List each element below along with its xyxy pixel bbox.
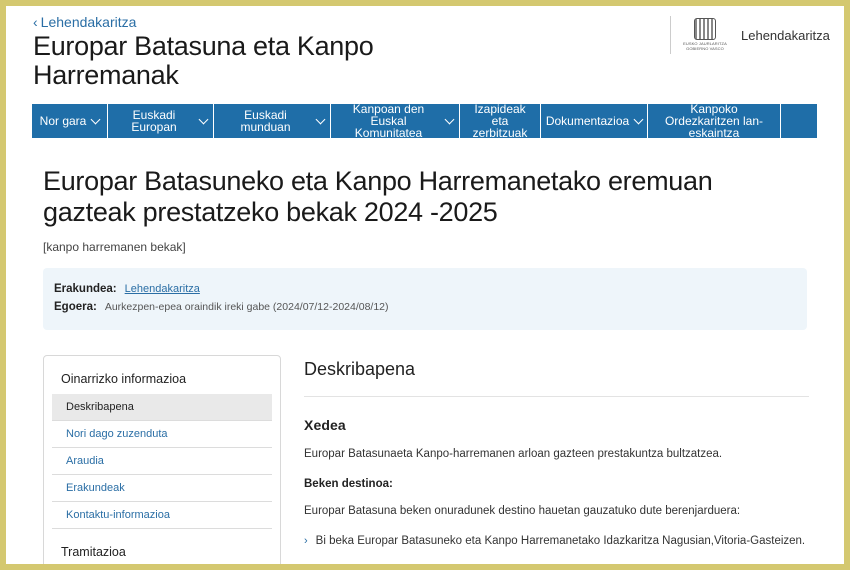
sidebar-heading: Oinarrizko informazioa: [61, 372, 187, 386]
nav-item-label: Kanpoan den Euskal Komunitatea: [352, 102, 425, 140]
sidebar-item-nori-dago-zuzenduta[interactable]: Nori dago zuzenduta: [52, 421, 272, 448]
info-box: Erakundea: Lehendakaritza Egoera: Aurkez…: [43, 268, 807, 330]
nav-item-dokumentazioa[interactable]: Dokumentazioa: [541, 104, 648, 138]
sidebar-heading-tramitazioa: Tramitazioa: [61, 545, 126, 559]
nav-item-euskadi-munduan[interactable]: Euskadi munduan: [214, 104, 331, 138]
chevron-down-icon: [198, 114, 209, 124]
chevron-down-icon: [90, 114, 101, 124]
nav-item-nor-gara[interactable]: Nor gara: [32, 104, 108, 138]
chevron-down-icon: [633, 114, 644, 124]
sidebar-item-label: Araudia: [66, 455, 104, 467]
back-link-lehendakaritza[interactable]: ‹ Lehendakaritza: [33, 14, 136, 30]
page-frame: ‹ Lehendakaritza Europar Batasuna eta Ka…: [6, 6, 844, 564]
chevron-right-icon: ›: [304, 535, 308, 547]
main-content: Deskribapena Xedea Europar Batasunaeta K…: [304, 355, 809, 547]
chevron-down-icon: [315, 114, 326, 124]
site-title: Europar Batasuna eta Kanpo Harremanak: [33, 31, 374, 90]
content-heading: Deskribapena: [304, 355, 809, 397]
info-row-organization: Erakundea: Lehendakaritza: [54, 283, 796, 295]
paragraph: Europar Batasunaeta Kanpo-harremanen arl…: [304, 448, 723, 460]
sidebar-item-label: Kontaktu-informazioa: [66, 509, 170, 521]
nav-item-label: Euskadi Europan: [131, 108, 177, 134]
nav-item-izapideak-eta-zerbitzuak[interactable]: Izapideak eta zerbitzuak: [460, 102, 541, 140]
government-logo[interactable]: EUSKO JAURLARITZA GOBIERNO VASCO: [683, 18, 727, 52]
nav-item-euskadi-europan[interactable]: Euskadi Europan: [108, 104, 214, 138]
section-title: Xedea: [304, 417, 346, 433]
organization-link[interactable]: Lehendakaritza: [125, 283, 200, 295]
chevron-left-icon: ‹: [33, 14, 38, 30]
nav-item-label: Dokumentazioa: [545, 114, 630, 128]
list-item-text: Bi beka Europar Batasuneko eta Kanpo Har…: [315, 535, 806, 547]
sidebar-item-kontaktu-informazioa[interactable]: Kontaktu-informazioa: [52, 502, 272, 529]
chevron-down-icon: [444, 114, 455, 124]
status-label: Egoera:: [54, 301, 97, 313]
sidebar-item-erakundeak[interactable]: Erakundeak: [52, 475, 272, 502]
list-item: › Bi beka Europar Batasuneko eta Kanpo H…: [304, 535, 809, 547]
page-subtitle: [kanpo harremanen bekak]: [43, 240, 186, 254]
paragraph: Europar Batasuna beken onuradunek destin…: [304, 505, 741, 517]
nav-item-label: Euskadi munduan: [240, 108, 291, 134]
status-value: Aurkezpen-epea oraindik ireki gabe (2024…: [104, 301, 389, 313]
department-name: Lehendakaritza: [741, 27, 830, 43]
organization-label: Erakundea:: [54, 283, 117, 295]
nav-item-label: Nor gara: [39, 114, 87, 128]
sidebar-item-label: Nori dago zuzenduta: [66, 428, 168, 440]
bold-label: Beken destinoa:: [304, 478, 393, 490]
sidebar-item-deskribapena[interactable]: Deskribapena: [52, 394, 272, 421]
sidebar-item-araudia[interactable]: Araudia: [52, 448, 272, 475]
info-row-status: Egoera: Aurkezpen-epea oraindik ireki ga…: [54, 301, 796, 313]
sidebar-item-label: Erakundeak: [66, 482, 125, 494]
government-branding: EUSKO JAURLARITZA GOBIERNO VASCO Lehenda…: [670, 16, 830, 54]
main-navigation: Nor gara Euskadi Europan Euskadi munduan…: [32, 102, 817, 140]
sidebar: Oinarrizko informazioa Deskribapena Nori…: [43, 355, 281, 564]
nav-item-label: Kanpoko Ordezkaritzen lan-eskaintza: [664, 102, 764, 140]
logo-caption: EUSKO JAURLARITZA GOBIERNO VASCO: [683, 41, 727, 51]
nav-item-label: Izapideak eta zerbitzuak: [472, 102, 528, 140]
page-title: Europar Batasuneko eta Kanpo Harremaneta…: [43, 166, 713, 227]
nav-item-kanpoko-ordezkaritzen-lan-eskaintza[interactable]: Kanpoko Ordezkaritzen lan-eskaintza: [648, 102, 781, 140]
crest-icon: [694, 18, 716, 40]
sidebar-item-label: Deskribapena: [66, 401, 134, 413]
nav-item-kanpoan-den-euskal-komunitatea[interactable]: Kanpoan den Euskal Komunitatea: [331, 102, 460, 140]
back-link-label: Lehendakaritza: [40, 14, 137, 30]
